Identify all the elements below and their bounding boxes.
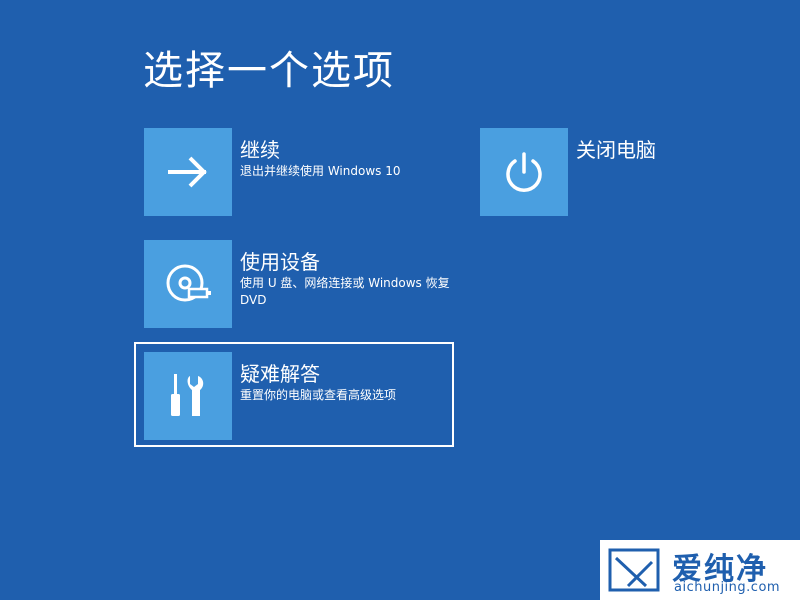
shutdown-tile[interactable] xyxy=(480,128,568,216)
use-device-description: 使用 U 盘、网络连接或 Windows 恢复 DVD xyxy=(240,276,450,307)
arrow-right-icon xyxy=(168,156,207,188)
watermark-site: aichunjing.com xyxy=(674,580,781,595)
troubleshoot-tile[interactable] xyxy=(144,352,232,440)
watermark: 爱纯净 aichunjing.com xyxy=(600,540,800,600)
tools-icon xyxy=(171,374,204,416)
troubleshoot-description: 重置你的电脑或查看高级选项 xyxy=(240,388,397,402)
watermark-logo-icon xyxy=(608,548,660,592)
continue-description: 退出并继续使用 Windows 10 xyxy=(240,164,401,178)
use-device-tile[interactable] xyxy=(144,240,232,328)
shutdown-option[interactable]: 关闭电脑 xyxy=(480,128,680,216)
troubleshoot-label: 疑难解答 xyxy=(240,362,320,386)
continue-option[interactable]: 继续 退出并继续使用 Windows 10 xyxy=(144,128,434,216)
troubleshoot-option[interactable]: 疑难解答 重置你的电脑或查看高级选项 xyxy=(144,352,434,440)
use-device-option[interactable]: 使用设备 使用 U 盘、网络连接或 Windows 恢复 DVD xyxy=(144,240,450,328)
disc-usb-icon xyxy=(166,264,211,302)
shutdown-label: 关闭电脑 xyxy=(576,138,656,162)
page-title: 选择一个选项 xyxy=(143,48,395,94)
continue-label: 继续 xyxy=(240,138,280,162)
power-icon xyxy=(506,152,542,192)
use-device-label: 使用设备 xyxy=(240,250,320,274)
continue-tile[interactable] xyxy=(144,128,232,216)
